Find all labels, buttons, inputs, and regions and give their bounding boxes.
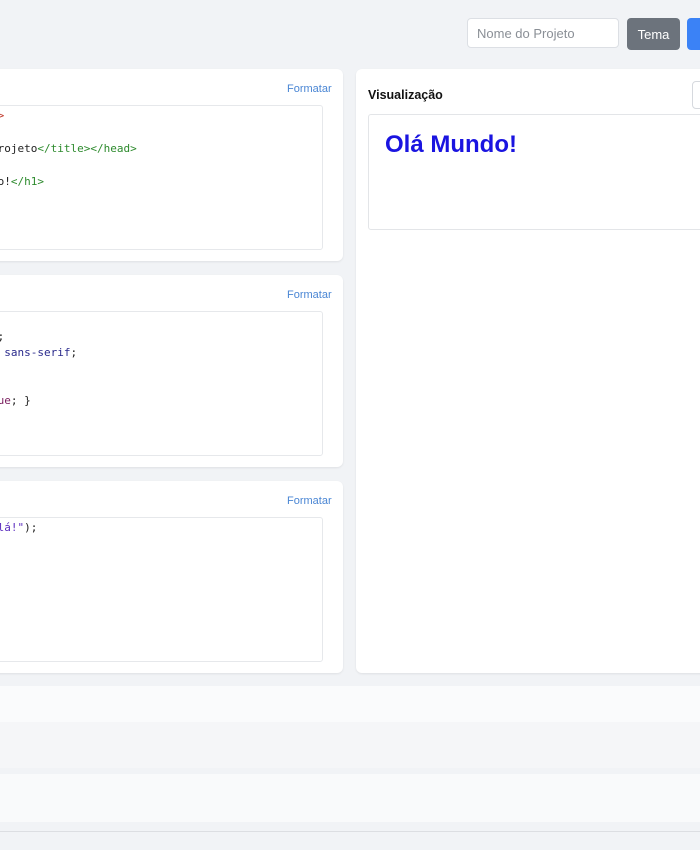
preview-panel: Visualização Olá Mundo! <box>356 69 700 673</box>
format-html-button[interactable]: Formatar <box>287 83 332 95</box>
code-line: do!</h1> <box>0 175 44 188</box>
console-input[interactable] <box>0 774 700 822</box>
code-token: ; } <box>10 394 31 407</box>
js-editor[interactable]: Olá!"); <box>0 517 323 662</box>
project-name-input[interactable] <box>467 18 619 48</box>
code-line: l> <box>0 109 4 122</box>
preview-action-button[interactable] <box>692 81 700 109</box>
theme-button[interactable]: Tema <box>627 18 680 50</box>
css-editor-card: Formatar x; : sans-serif; lue; } <box>0 275 343 467</box>
js-editor-card: Formatar Olá!"); <box>0 481 343 673</box>
code-token: </h1> <box>10 175 44 188</box>
code-token: Projeto <box>0 142 38 155</box>
console-output <box>0 722 700 768</box>
console-header <box>0 686 700 722</box>
code-token: do! <box>0 175 11 188</box>
preview-heading: Olá Mundo! <box>385 131 517 158</box>
code-token: ; <box>0 330 4 343</box>
code-token: ; <box>70 346 78 359</box>
html-editor[interactable]: l> Projeto</title></head> do!</h1> <box>0 105 323 250</box>
divider <box>0 831 700 832</box>
css-editor[interactable]: x; : sans-serif; lue; } <box>0 311 323 456</box>
code-token: lue <box>0 394 11 407</box>
code-line: lue; } <box>0 394 31 407</box>
code-line: : sans-serif; <box>0 346 77 359</box>
code-token: sans-serif <box>4 346 71 359</box>
format-css-button[interactable]: Formatar <box>287 289 332 301</box>
format-js-button[interactable]: Formatar <box>287 495 332 507</box>
code-line: Projeto</title></head> <box>0 142 137 155</box>
code-line: x; <box>0 330 4 343</box>
code-line: Olá!"); <box>0 521 37 534</box>
code-token: ); <box>24 521 38 534</box>
save-button[interactable] <box>687 18 700 50</box>
preview-frame: Olá Mundo! <box>368 114 700 230</box>
code-token: l> <box>0 109 5 122</box>
html-editor-card: Formatar l> Projeto</title></head> do!</… <box>0 69 343 261</box>
preview-title: Visualização <box>368 88 443 102</box>
code-token: </title></head> <box>37 142 137 155</box>
code-token: Olá!" <box>0 521 25 534</box>
